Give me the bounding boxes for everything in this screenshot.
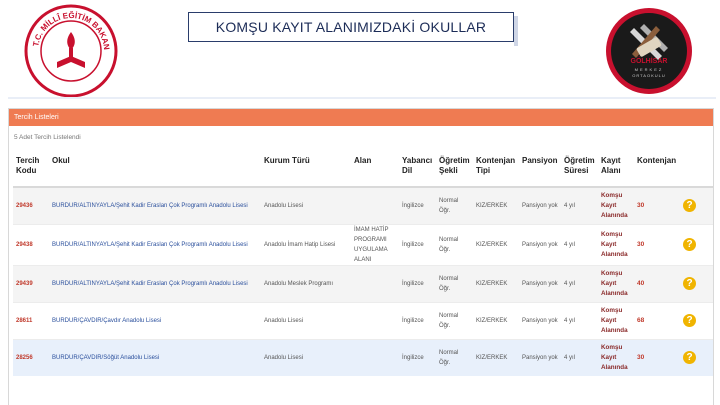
cell-area bbox=[351, 301, 399, 339]
cell-quota: 68 bbox=[634, 301, 680, 339]
cell-school-link[interactable]: BURDUR/ALTINYAYLA/Şehit Kadir Eraslan Ço… bbox=[49, 264, 261, 302]
cell-quota-type: KIZ/ERKEK bbox=[473, 338, 519, 376]
cell-dorm: Pansiyon yok bbox=[519, 223, 561, 265]
col-header[interactable]: Pansiyon bbox=[519, 151, 561, 188]
cell-lang: İngilizce bbox=[399, 338, 436, 376]
cell-dorm: Pansiyon yok bbox=[519, 264, 561, 302]
col-header[interactable]: Kurum Türü bbox=[261, 151, 351, 188]
col-header[interactable]: Kontenjan Tipi bbox=[473, 151, 519, 188]
cell-mode: Normal Öğr. bbox=[436, 223, 473, 265]
cell-mode: Normal Öğr. bbox=[436, 338, 473, 376]
cell-code: 29439 bbox=[13, 264, 49, 302]
cell-mode: Normal Öğr. bbox=[436, 301, 473, 339]
col-header[interactable]: Yabancı Dil bbox=[399, 151, 436, 188]
cell-type: Anadolu Lisesi bbox=[261, 301, 351, 339]
school-logo-sub2: ORTAOKULU bbox=[632, 73, 666, 78]
cell-duration: 4 yıl bbox=[561, 338, 598, 376]
cell-lang: İngilizce bbox=[399, 301, 436, 339]
cell-type: Anadolu İmam Hatip Lisesi bbox=[261, 223, 351, 265]
table-row[interactable]: 28611 BURDUR/ÇAVDIR/Çavdır Anadolu Lises… bbox=[13, 301, 713, 339]
table-row[interactable]: 29438 BURDUR/ALTINYAYLA/Şehit Kadir Eras… bbox=[13, 223, 713, 265]
cell-type: Anadolu Meslek Programı bbox=[261, 264, 351, 302]
cell-duration: 4 yıl bbox=[561, 223, 598, 265]
cell-school-link[interactable]: BURDUR/ÇAVDIR/Söğüt Anadolu Lisesi bbox=[49, 338, 261, 376]
cell-zone: Komşu Kayıt Alanında bbox=[598, 264, 634, 302]
cell-lang: İngilizce bbox=[399, 264, 436, 302]
table-row[interactable]: 28256 BURDUR/ÇAVDIR/Söğüt Anadolu Lisesi… bbox=[13, 338, 713, 376]
cell-area bbox=[351, 338, 399, 376]
cell-duration: 4 yıl bbox=[561, 264, 598, 302]
col-header-help bbox=[680, 151, 713, 188]
cell-area: İMAM HATİP PROGRAMI UYGULAMA ALANI bbox=[351, 223, 399, 265]
col-header[interactable]: Öğretim Şekli bbox=[436, 151, 473, 188]
cell-code: 29436 bbox=[13, 186, 49, 224]
cell-mode: Normal Öğr. bbox=[436, 264, 473, 302]
meb-logo: T.C. MİLLÎ EĞİTİM BAKANLIĞI bbox=[21, 0, 118, 98]
school-logo: GÖLHİSAR MERKEZ ORTAOKULU bbox=[604, 6, 694, 96]
cell-zone: Komşu Kayıt Alanında bbox=[598, 186, 634, 224]
cell-area bbox=[351, 264, 399, 302]
cell-type: Anadolu Lisesi bbox=[261, 338, 351, 376]
cell-dorm: Pansiyon yok bbox=[519, 338, 561, 376]
cell-zone: Komşu Kayıt Alanında bbox=[598, 223, 634, 265]
cell-school-link[interactable]: BURDUR/ÇAVDIR/Çavdır Anadolu Lisesi bbox=[49, 301, 261, 339]
cell-area bbox=[351, 186, 399, 224]
cell-zone: Komşu Kayıt Alanında bbox=[598, 301, 634, 339]
cell-type: Anadolu Lisesi bbox=[261, 186, 351, 224]
col-header[interactable]: Kontenjan bbox=[634, 151, 680, 188]
col-header[interactable]: Alan bbox=[351, 151, 399, 188]
question-icon[interactable]: ? bbox=[683, 314, 696, 327]
cell-dorm: Pansiyon yok bbox=[519, 301, 561, 339]
cell-quota-type: KIZ/ERKEK bbox=[473, 264, 519, 302]
cell-duration: 4 yıl bbox=[561, 301, 598, 339]
cell-school-link[interactable]: BURDUR/ALTINYAYLA/Şehit Kadir Eraslan Ço… bbox=[49, 223, 261, 265]
cell-quota-type: KIZ/ERKEK bbox=[473, 223, 519, 265]
table-row[interactable]: 29436 BURDUR/ALTINYAYLA/Şehit Kadir Eras… bbox=[13, 186, 713, 224]
cell-dorm: Pansiyon yok bbox=[519, 186, 561, 224]
school-logo-sub: MERKEZ bbox=[634, 67, 664, 72]
cell-school-link[interactable]: BURDUR/ALTINYAYLA/Şehit Kadir Eraslan Ço… bbox=[49, 186, 261, 224]
cell-quota: 30 bbox=[634, 186, 680, 224]
cell-quota: 30 bbox=[634, 338, 680, 376]
cell-lang: İngilizce bbox=[399, 223, 436, 265]
cell-code: 28256 bbox=[13, 338, 49, 376]
col-header[interactable]: Tercih Kodu bbox=[13, 151, 49, 188]
cell-mode: Normal Öğr. bbox=[436, 186, 473, 224]
slide-title: KOMŞU KAYIT ALANIMIZDAKİ OKULLAR bbox=[188, 12, 518, 46]
question-icon[interactable]: ? bbox=[683, 238, 696, 251]
table-row[interactable]: 29439 BURDUR/ALTINYAYLA/Şehit Kadir Eras… bbox=[13, 264, 713, 302]
question-icon[interactable]: ? bbox=[683, 351, 696, 365]
cell-code: 28611 bbox=[13, 301, 49, 339]
col-header[interactable]: Kayıt Alanı bbox=[598, 151, 634, 188]
cell-code: 29438 bbox=[13, 223, 49, 265]
cell-quota-type: KIZ/ERKEK bbox=[473, 186, 519, 224]
school-logo-name: GÖLHİSAR bbox=[630, 58, 668, 65]
col-header[interactable]: Öğretim Süresi bbox=[561, 151, 598, 188]
question-icon[interactable]: ? bbox=[683, 199, 696, 213]
cell-quota: 40 bbox=[634, 264, 680, 302]
question-icon[interactable]: ? bbox=[683, 277, 696, 290]
preference-table: Tercih Kodu Okul Kurum Türü Alan Yabancı… bbox=[13, 151, 713, 376]
preference-panel: Tercih Listeleri 5 Adet Tercih Listelend… bbox=[8, 108, 714, 405]
cell-quota: 30 bbox=[634, 223, 680, 265]
cell-quota-type: KIZ/ERKEK bbox=[473, 301, 519, 339]
col-header[interactable]: Okul bbox=[49, 151, 261, 188]
cell-zone: Komşu Kayıt Alanında bbox=[598, 338, 634, 376]
cell-duration: 4 yıl bbox=[561, 186, 598, 224]
result-count: 5 Adet Tercih Listelendi bbox=[14, 134, 81, 141]
panel-header: Tercih Listeleri bbox=[9, 109, 713, 126]
cell-lang: İngilizce bbox=[399, 186, 436, 224]
panel-divider bbox=[8, 97, 716, 99]
